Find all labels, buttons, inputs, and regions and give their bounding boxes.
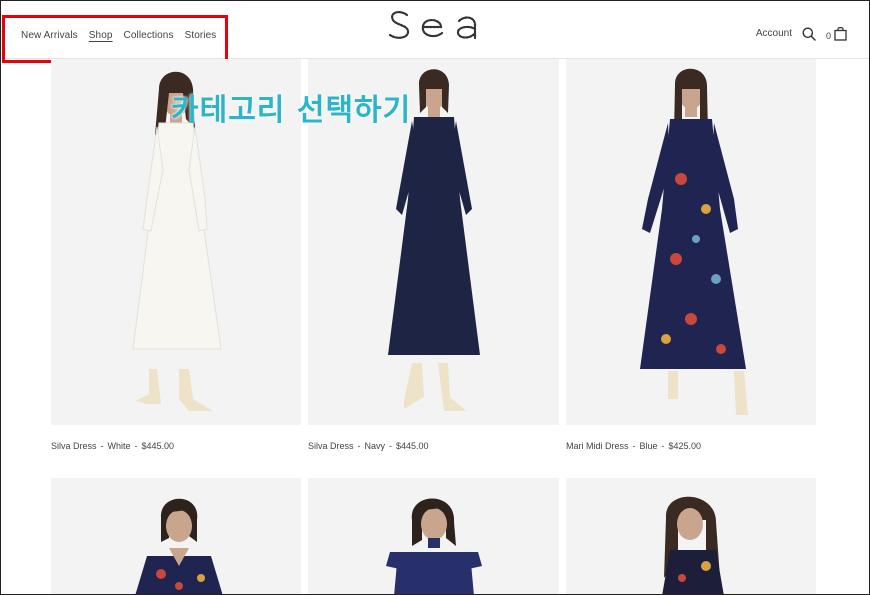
shopping-bag-icon — [834, 27, 847, 41]
product-card[interactable] — [51, 478, 301, 594]
product-caption[interactable]: Mari Midi Dress - Blue - $425.00 — [566, 441, 816, 451]
product-card[interactable] — [308, 478, 559, 594]
cart-count: 0 — [825, 31, 831, 41]
account-link[interactable]: Account — [756, 28, 792, 39]
product-color: Navy — [364, 441, 386, 451]
product-caption[interactable]: Silva Dress - Navy - $445.00 — [308, 441, 559, 451]
search-icon[interactable] — [802, 27, 816, 41]
cart-button[interactable]: 0 — [826, 26, 847, 41]
product-image[interactable] — [566, 478, 816, 594]
product-image[interactable] — [308, 478, 559, 594]
header-tools: Account 0 — [756, 26, 847, 41]
product-name: Silva Dress — [51, 441, 97, 451]
product-price: $445.00 — [141, 441, 175, 451]
brand-logo[interactable] — [385, 5, 481, 43]
nav-highlight-box — [2, 15, 228, 63]
product-color: White — [107, 441, 131, 451]
product-color: Blue — [639, 441, 658, 451]
product-name: Silva Dress — [308, 441, 354, 451]
product-name: Mari Midi Dress — [566, 441, 629, 451]
browser-frame: New Arrivals Shop Collections Stories Ac… — [0, 0, 870, 595]
product-card[interactable]: Mari Midi Dress - Blue - $425.00 — [566, 59, 816, 451]
product-image[interactable] — [51, 478, 301, 594]
product-card[interactable] — [566, 478, 816, 594]
product-caption[interactable]: Silva Dress - White - $445.00 — [51, 441, 301, 451]
overlay-caption: 카테고리 선택하기 — [171, 93, 412, 128]
product-image[interactable] — [566, 59, 816, 425]
product-price: $425.00 — [668, 441, 702, 451]
product-price: $445.00 — [396, 441, 429, 451]
